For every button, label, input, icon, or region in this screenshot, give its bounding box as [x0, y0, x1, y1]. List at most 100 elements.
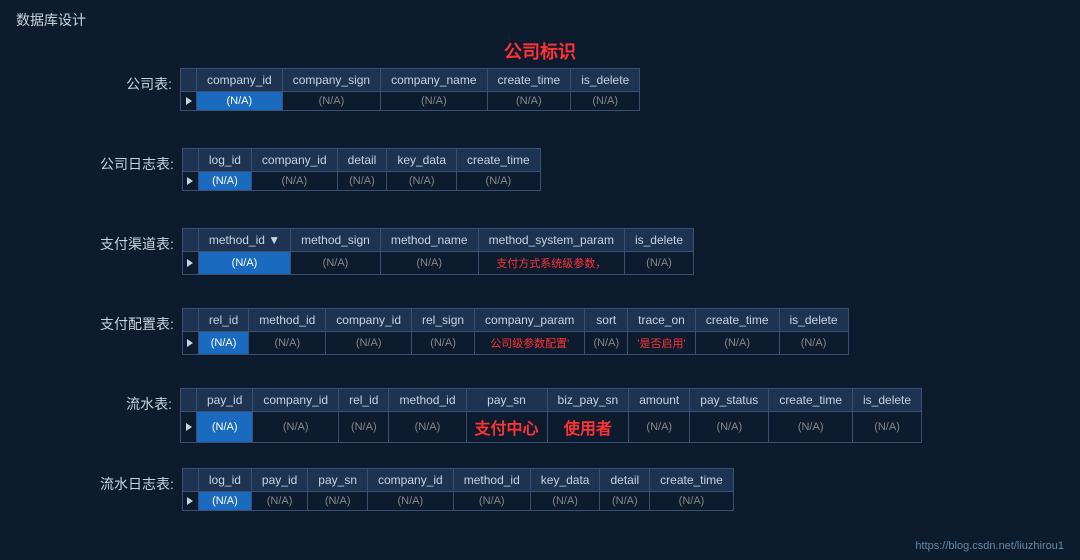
col-header: company_id [197, 69, 283, 92]
table-cell: 支付中心 [466, 412, 547, 443]
col-header: amount [629, 389, 690, 412]
table-cell: (N/A) [387, 172, 457, 191]
table-cell: (N/A) [337, 172, 387, 191]
table-cell: (N/A) [197, 92, 283, 111]
col-header: key_data [530, 469, 600, 492]
main-label: 公司标识 [0, 38, 1080, 64]
col-header: create_time [650, 469, 734, 492]
table-cell: (N/A) [368, 492, 454, 511]
section-label-payment_channel: 支付渠道表: [100, 228, 182, 254]
table-cell: (N/A) [690, 412, 769, 443]
table-cell: (N/A) [457, 172, 541, 191]
table-cell: (N/A) [650, 492, 734, 511]
page-title: 数据库设计 [16, 10, 86, 30]
table-cell: (N/A) [282, 92, 380, 111]
col-header: company_id [326, 309, 412, 332]
table-cell: (N/A) [779, 332, 848, 355]
section-label-company: 公司表: [100, 68, 180, 94]
col-header: create_time [457, 149, 541, 172]
table-cell: (N/A) [291, 252, 381, 275]
table-cell: 使用者 [547, 412, 629, 443]
table-cell: (N/A) [585, 332, 628, 355]
table-payment_config: rel_idmethod_idcompany_idrel_signcompany… [182, 308, 849, 355]
col-header: company_sign [282, 69, 380, 92]
table-cell: (N/A) [339, 412, 389, 443]
col-header: detail [337, 149, 387, 172]
table-company_log: log_idcompany_iddetailkey_datacreate_tim… [182, 148, 541, 191]
table-cell: (N/A) [629, 412, 690, 443]
col-header: rel_sign [412, 309, 475, 332]
table-cell: '是否启用' [628, 332, 696, 355]
col-header: trace_on [628, 309, 696, 332]
table-cell: (N/A) [530, 492, 600, 511]
section-payment_config: 支付配置表:rel_idmethod_idcompany_idrel_signc… [100, 308, 849, 355]
col-header: is_delete [624, 229, 693, 252]
table-cell: 公司级参数配置' [475, 332, 585, 355]
table-cell: (N/A) [453, 492, 530, 511]
col-header: method_id [453, 469, 530, 492]
col-header: method_id [249, 309, 326, 332]
col-header: pay_id [197, 389, 253, 412]
col-header: company_id [368, 469, 454, 492]
col-header: pay_sn [308, 469, 368, 492]
table-cell: (N/A) [251, 172, 337, 191]
section-company: 公司表: company_idcompany_signcompany_namecr… [100, 68, 640, 111]
col-header: log_id [198, 469, 251, 492]
col-header: pay_id [251, 469, 307, 492]
col-header: log_id [198, 149, 251, 172]
table-cell: (N/A) [251, 492, 307, 511]
section-payment_channel: 支付渠道表:method_id ▼method_signmethod_namem… [100, 228, 694, 275]
section-label-transaction_log: 流水日志表: [100, 468, 182, 494]
section-transaction: 流水表:pay_idcompany_idrel_idmethod_idpay_s… [100, 388, 922, 443]
footer-url: https://blog.csdn.net/liuzhirou1 [915, 540, 1064, 552]
section-transaction_log: 流水日志表:log_idpay_idpay_sncompany_idmethod… [100, 468, 734, 511]
table-cell: (N/A) [487, 92, 571, 111]
table-cell: (N/A) [197, 412, 253, 443]
table-cell: (N/A) [624, 252, 693, 275]
table-cell: (N/A) [253, 412, 339, 443]
table-cell: (N/A) [853, 412, 922, 443]
section-company_log: 公司日志表:log_idcompany_iddetailkey_datacrea… [100, 148, 541, 191]
col-header: is_delete [853, 389, 922, 412]
table-cell: (N/A) [380, 252, 478, 275]
section-label-payment_config: 支付配置表: [100, 308, 182, 334]
col-header: company_name [381, 69, 487, 92]
table-cell: (N/A) [198, 172, 251, 191]
table-transaction: pay_idcompany_idrel_idmethod_idpay_snbiz… [180, 388, 922, 443]
col-header: method_sign [291, 229, 381, 252]
table-cell: (N/A) [198, 492, 251, 511]
col-header: company_param [475, 309, 585, 332]
col-header: key_data [387, 149, 457, 172]
table-cell: (N/A) [769, 412, 853, 443]
table-cell: (N/A) [412, 332, 475, 355]
table-cell: (N/A) [600, 492, 650, 511]
col-header: rel_id [339, 389, 389, 412]
col-header: rel_id [198, 309, 248, 332]
table-cell: (N/A) [389, 412, 466, 443]
section-label-company_log: 公司日志表: [100, 148, 182, 174]
col-header: create_time [769, 389, 853, 412]
table-cell: (N/A) [695, 332, 779, 355]
col-header: method_name [380, 229, 478, 252]
col-header: company_id [253, 389, 339, 412]
table-cell: (N/A) [326, 332, 412, 355]
col-header: sort [585, 309, 628, 332]
col-header: biz_pay_sn [547, 389, 629, 412]
col-header: is_delete [779, 309, 848, 332]
table-cell: (N/A) [381, 92, 487, 111]
col-header: create_time [487, 69, 571, 92]
table-cell: (N/A) [308, 492, 368, 511]
col-header: pay_sn [466, 389, 547, 412]
col-header: pay_status [690, 389, 769, 412]
col-header: method_system_param [478, 229, 624, 252]
table-transaction_log: log_idpay_idpay_sncompany_idmethod_idkey… [182, 468, 734, 511]
col-header: create_time [695, 309, 779, 332]
col-header: is_delete [571, 69, 640, 92]
col-header: detail [600, 469, 650, 492]
table-cell: (N/A) [198, 252, 290, 275]
table-cell: 支付方式系统级参数， [478, 252, 624, 275]
table-payment_channel: method_id ▼method_signmethod_namemethod_… [182, 228, 694, 275]
section-label-transaction: 流水表: [100, 388, 180, 414]
table-cell: (N/A) [571, 92, 640, 111]
table-cell: (N/A) [198, 332, 248, 355]
